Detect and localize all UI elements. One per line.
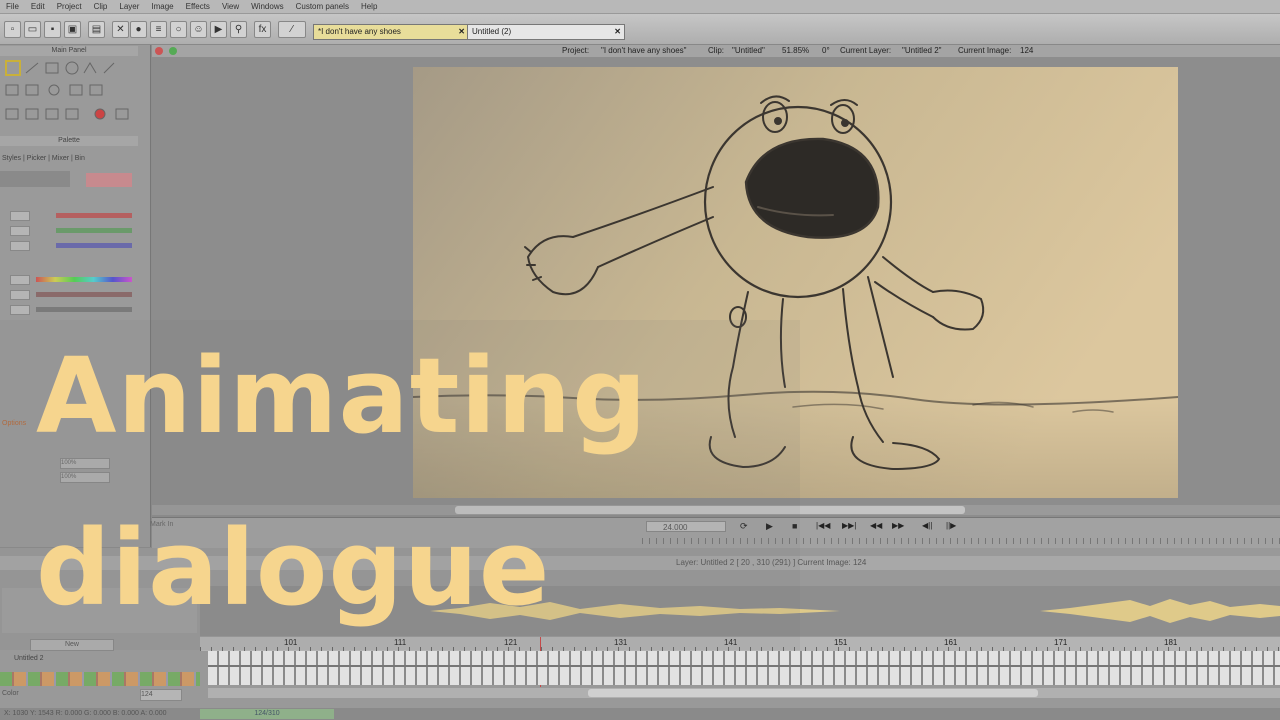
- menu-layer[interactable]: Layer: [113, 0, 145, 13]
- menu-view[interactable]: View: [216, 0, 245, 13]
- tab-project-active[interactable]: *I don't have any shoes ✕: [313, 24, 469, 40]
- frame-number-field[interactable]: 124: [140, 689, 182, 701]
- hue-slider[interactable]: [36, 277, 132, 282]
- value-slider[interactable]: [36, 307, 132, 312]
- layer-color-swatches[interactable]: [0, 672, 200, 686]
- color-preview-dark: [0, 171, 70, 187]
- frame-cells[interactable]: [208, 651, 1280, 685]
- coords-readout: X: 1030 Y: 1543 R: 0.000 G: 0.000 B: 0.0…: [4, 710, 167, 717]
- hue-input[interactable]: [10, 275, 30, 285]
- ruler-label: 171: [1054, 638, 1068, 647]
- color-wheel-icon[interactable]: ●: [130, 21, 147, 38]
- fast-forward-icon[interactable]: ▶▶: [892, 521, 904, 530]
- image-label: Current Image:: [958, 46, 1012, 55]
- menu-custom-panels[interactable]: Custom panels: [290, 0, 355, 13]
- bulb-icon[interactable]: ○: [170, 21, 187, 38]
- layer-name-label[interactable]: Untitled 2: [14, 654, 114, 664]
- timeline-scroll-thumb[interactable]: [588, 689, 1038, 697]
- tools-icon[interactable]: ✕: [112, 21, 129, 38]
- fx-icon[interactable]: fx: [254, 21, 271, 38]
- image-number: 124: [1020, 46, 1034, 55]
- blue-slider[interactable]: [56, 243, 132, 248]
- menu-clip[interactable]: Clip: [88, 0, 114, 13]
- tab-label: *I don't have any shoes: [318, 27, 401, 36]
- tab-label: Untitled (2): [472, 27, 512, 36]
- open-folder-icon[interactable]: ▭: [24, 21, 41, 38]
- status-bar: X: 1030 Y: 1543 R: 0.000 G: 0.000 B: 0.0…: [0, 708, 1280, 720]
- frame-counter: 124/310: [254, 710, 280, 717]
- clip-name: "Untitled": [732, 46, 765, 55]
- new-file-icon[interactable]: ▫: [4, 21, 21, 38]
- menu-file[interactable]: File: [0, 0, 25, 13]
- title-line-2: dialogue: [36, 507, 551, 629]
- layer-label: Current Layer:: [840, 46, 892, 55]
- close-icon[interactable]: ✕: [614, 25, 621, 39]
- title-line-1: Animating: [36, 335, 648, 457]
- palette-tabs[interactable]: Styles | Picker | Mixer | Bin: [2, 155, 117, 162]
- main-panel-header: Main Panel: [0, 46, 138, 56]
- first-frame-icon[interactable]: |◀◀: [816, 521, 830, 530]
- color-preview-pink[interactable]: [86, 173, 132, 187]
- brush-stroke-icon[interactable]: ⁄: [278, 21, 306, 38]
- menu-effects[interactable]: Effects: [180, 0, 216, 13]
- search-icon[interactable]: ⚲: [230, 21, 247, 38]
- menu-bar: File Edit Project Clip Layer Image Effects View…: [0, 0, 1280, 14]
- ruler-label: 161: [944, 638, 958, 647]
- face-icon[interactable]: ☺: [190, 21, 207, 38]
- green-slider[interactable]: [56, 228, 132, 233]
- menu-edit[interactable]: Edit: [25, 0, 51, 13]
- value-input[interactable]: [10, 305, 30, 315]
- clip-icon[interactable]: ▤: [88, 21, 105, 38]
- save-icon[interactable]: ▪: [44, 21, 61, 38]
- tab-untitled[interactable]: Untitled (2) ✕: [467, 24, 625, 40]
- layer-name: "Untitled 2": [902, 46, 942, 55]
- ruler-label: 181: [1164, 638, 1178, 647]
- play-icon[interactable]: ▶: [210, 21, 227, 38]
- color-label: Color: [2, 690, 19, 697]
- clip-label: Clip:: [708, 46, 725, 55]
- rotation-value: 0°: [822, 46, 830, 55]
- channel-g-input[interactable]: [10, 226, 30, 236]
- tool-grid[interactable]: [4, 59, 134, 129]
- toolbar: ▫ ▭ ▪ ▣ ▤ ✕ ● ≡ ○ ☺ ▶ ⚲ fx ⁄ *I don't ha…: [0, 14, 1280, 45]
- ruler-label: 151: [834, 638, 848, 647]
- prev-key-icon[interactable]: ◀||: [922, 521, 932, 530]
- progress-track: 124/310: [200, 709, 334, 719]
- frame-strip[interactable]: [208, 651, 1280, 685]
- red-slider[interactable]: [56, 213, 132, 218]
- menu-image[interactable]: Image: [145, 0, 179, 13]
- rewind-icon[interactable]: ◀◀: [870, 521, 882, 530]
- close-view-icon[interactable]: [155, 47, 163, 55]
- saturation-slider[interactable]: [36, 292, 132, 297]
- project-name: "I don't have any shoes": [601, 46, 687, 55]
- last-frame-icon[interactable]: ▶▶|: [842, 521, 856, 530]
- menu-project[interactable]: Project: [51, 0, 88, 13]
- channel-r-input[interactable]: [10, 211, 30, 221]
- info-bar: Project: "I don't have any shoes" Clip: …: [152, 45, 1280, 57]
- zoom-value: 51.85%: [782, 46, 810, 55]
- frame-divider: [208, 665, 1280, 667]
- sat-input[interactable]: [10, 290, 30, 300]
- maximize-view-icon[interactable]: [169, 47, 177, 55]
- menu-windows[interactable]: Windows: [245, 0, 289, 13]
- palette-header: Palette: [0, 136, 138, 146]
- menu-help[interactable]: Help: [355, 0, 383, 13]
- close-icon[interactable]: ✕: [458, 25, 465, 39]
- timeline-scrollbar[interactable]: [208, 688, 1280, 698]
- next-key-icon[interactable]: ||▶: [946, 521, 956, 530]
- layers-icon[interactable]: ≡: [150, 21, 167, 38]
- image-icon[interactable]: ▣: [64, 21, 81, 38]
- project-label: Project:: [562, 46, 590, 55]
- channel-b-input[interactable]: [10, 241, 30, 251]
